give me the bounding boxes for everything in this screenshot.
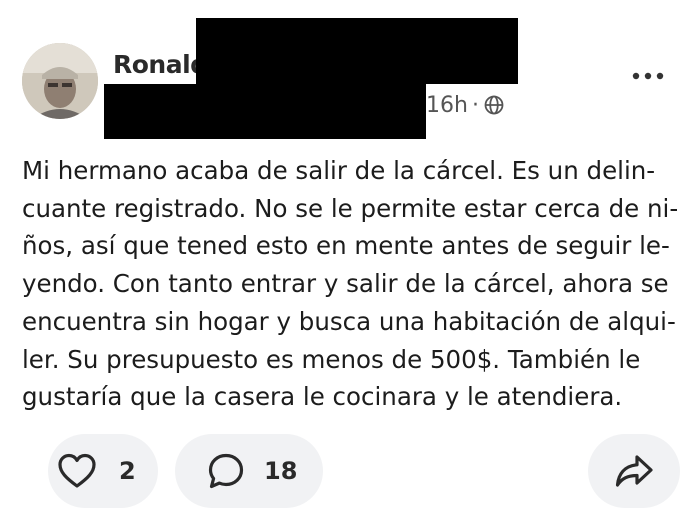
- post-body-line: Mi hermano acaba de salir de la cárcel. …: [22, 156, 656, 185]
- post-body-line: ños, así que tened esto en mente antes d…: [22, 231, 670, 261]
- share-arrow-icon: [615, 455, 653, 487]
- avatar-photo: [22, 43, 98, 119]
- comment-count: 18: [264, 457, 298, 485]
- post-body: Mi hermano acaba de salir de la cárcel. …: [22, 152, 682, 416]
- like-button[interactable]: 2: [48, 434, 158, 508]
- author-name[interactable]: Ronald: [113, 50, 208, 80]
- share-button[interactable]: [588, 434, 680, 508]
- more-options-button[interactable]: [626, 62, 670, 90]
- like-count: 2: [119, 457, 136, 485]
- post-meta: 16h ·: [426, 90, 505, 120]
- meta-separator: ·: [471, 92, 479, 118]
- post-body-line: ler. Su presupuesto es menos de 500$. Ta…: [22, 344, 641, 374]
- post-card: Ronald 16h · Mi hermano acaba de salir d…: [0, 0, 700, 527]
- redaction-box: [104, 84, 426, 139]
- comment-bubble-icon: [208, 453, 244, 489]
- timestamp[interactable]: 16h: [426, 93, 468, 118]
- comment-button[interactable]: 18: [175, 434, 323, 508]
- globe-icon: [483, 94, 505, 116]
- redaction-box: [196, 18, 518, 84]
- more-options-icon: [632, 72, 664, 80]
- post-body-line: yendo. Con tanto entrar y salir de la cá…: [22, 269, 669, 299]
- avatar[interactable]: [22, 43, 98, 119]
- heart-icon: [58, 453, 96, 488]
- post-body-line: encuentra sin hogar y busca una habitaci…: [22, 306, 676, 336]
- post-body-line: cuante registrado. No se le permite esta…: [22, 193, 679, 223]
- post-body-line: gustaría que la casera le cocinara y le …: [22, 382, 623, 412]
